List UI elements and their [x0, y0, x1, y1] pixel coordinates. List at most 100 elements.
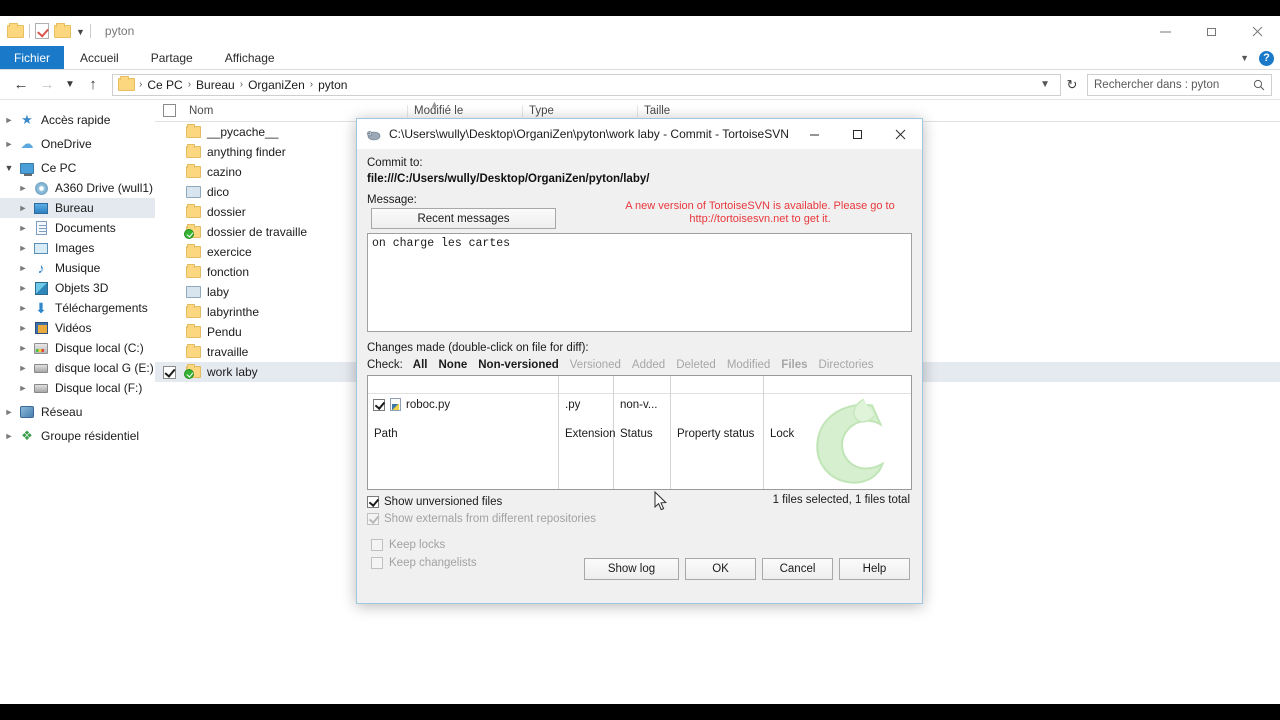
chevron-right-icon[interactable]: ► [14, 283, 32, 293]
maximize-icon[interactable] [1188, 16, 1234, 46]
table-row[interactable]: roboc.py .py non-v... [368, 395, 911, 414]
up-arrow-icon[interactable]: ↑ [80, 72, 106, 98]
folder-icon [183, 164, 203, 178]
folder-icon[interactable] [7, 22, 24, 38]
chevron-right-icon[interactable]: ► [0, 139, 18, 149]
chevron-down-icon[interactable]: ▼ [76, 27, 85, 37]
cancel-button[interactable]: Cancel [762, 558, 833, 580]
chevron-down-icon[interactable]: ▼ [0, 163, 18, 173]
show-log-button[interactable]: Show log [584, 558, 679, 580]
chevron-right-icon[interactable]: ► [14, 243, 32, 253]
tab-fichier[interactable]: Fichier [0, 46, 65, 69]
folder-icon [183, 224, 203, 239]
sidebar-item-disque-local-c[interactable]: ► Disque local (C:) [0, 338, 155, 358]
help-button[interactable]: Help [839, 558, 910, 580]
sidebar-item-label: disque local G (E:) [55, 361, 154, 375]
sidebar-item-musique[interactable]: ► ♪ Musique [0, 258, 155, 278]
column-header-status[interactable]: Status [614, 376, 671, 489]
sidebar-item-telechargements[interactable]: ► ⬇ Téléchargements [0, 298, 155, 318]
changed-files-table[interactable]: Path Extension Status Property status Lo… [367, 375, 912, 490]
select-all-checkbox[interactable] [155, 104, 183, 117]
chevron-right-icon[interactable]: ► [0, 407, 18, 417]
chevron-right-icon[interactable]: ► [14, 203, 32, 213]
tab-partage[interactable]: Partage [135, 46, 209, 69]
sidebar-item-images[interactable]: ► Images [0, 238, 155, 258]
column-header-path[interactable]: Path [368, 376, 559, 489]
chevron-right-icon[interactable]: ► [14, 383, 32, 393]
ok-button[interactable]: OK [685, 558, 756, 580]
chevron-right-icon[interactable]: ► [0, 115, 18, 125]
minimize-icon[interactable] [793, 119, 836, 149]
row-checkbox[interactable] [373, 398, 385, 411]
chevron-right-icon[interactable]: ► [14, 183, 32, 193]
sidebar-item-acces-rapide[interactable]: ► ★ Accès rapide [0, 110, 155, 130]
filter-all[interactable]: All [413, 359, 428, 371]
sidebar-item-groupe-residentiel[interactable]: ► ❖ Groupe résidentiel [0, 426, 155, 446]
python-file-icon [390, 398, 401, 411]
properties-icon[interactable] [35, 23, 49, 39]
sidebar-item-disque-local-g[interactable]: ► disque local G (E:) [0, 358, 155, 378]
commit-message-input[interactable]: on charge les cartes [367, 233, 912, 332]
new-folder-icon[interactable] [54, 22, 71, 38]
breadcrumb[interactable]: › Ce PC › Bureau › OrganiZen › pyton ▼ [112, 73, 1061, 96]
chevron-right-icon[interactable]: ► [14, 263, 32, 273]
files-count-status: 1 files selected, 1 files total [772, 494, 910, 506]
column-header-lock[interactable]: Lock [764, 376, 911, 489]
breadcrumb-item-organizen[interactable]: OrganiZen [244, 78, 309, 92]
recent-messages-button[interactable]: Recent messages [371, 208, 556, 229]
chevron-right-icon[interactable]: ► [14, 363, 32, 373]
column-header-modifie-le[interactable]: Modifié le [407, 104, 522, 117]
filter-non-versioned[interactable]: Non-versioned [478, 359, 559, 371]
document-icon [32, 220, 50, 236]
sidebar-item-documents[interactable]: ► Documents [0, 218, 155, 238]
back-arrow-icon[interactable]: ← [8, 72, 34, 98]
chevron-right-icon[interactable]: ► [0, 431, 18, 441]
star-icon: ★ [21, 112, 33, 127]
sidebar-item-videos[interactable]: ► Vidéos [0, 318, 155, 338]
filter-versioned: Versioned [569, 359, 621, 371]
filter-files: Files [781, 359, 808, 371]
search-input[interactable]: Rechercher dans : pyton [1087, 73, 1272, 96]
close-icon[interactable] [1234, 16, 1280, 46]
chevron-right-icon[interactable]: ► [14, 303, 32, 313]
chevron-down-icon[interactable]: ▼ [60, 72, 80, 98]
chevron-right-icon[interactable]: ► [14, 323, 32, 333]
sidebar-item-reseau[interactable]: ► Réseau [0, 402, 155, 422]
dialog-buttons: Show log OK Cancel Help [584, 558, 910, 580]
breadcrumb-item-pyton[interactable]: pyton [314, 78, 351, 92]
chevron-right-icon[interactable]: ► [14, 343, 32, 353]
folder-icon [183, 324, 203, 338]
filter-modified: Modified [726, 359, 771, 371]
column-header-nom[interactable]: Nom [183, 105, 407, 117]
column-header-property-status[interactable]: Property status [671, 376, 764, 489]
item-checkbox[interactable] [155, 365, 183, 379]
tab-affichage[interactable]: Affichage [209, 46, 291, 69]
forward-arrow-icon[interactable]: → [34, 72, 60, 98]
sidebar-item-disque-local-f[interactable]: ► Disque local (F:) [0, 378, 155, 398]
folder-icon [183, 244, 203, 258]
breadcrumb-item-bureau[interactable]: Bureau [192, 78, 239, 92]
show-unversioned-checkbox[interactable] [367, 495, 379, 508]
chevron-right-icon[interactable]: ► [14, 223, 32, 233]
sidebar-item-objets-3d[interactable]: ► Objets 3D [0, 278, 155, 298]
help-icon[interactable]: ? [1259, 50, 1274, 66]
filter-none[interactable]: None [439, 359, 468, 371]
sidebar-item-ce-pc[interactable]: ▼ Ce PC [0, 158, 155, 178]
refresh-icon[interactable]: ↻ [1061, 74, 1083, 96]
homegroup-icon: ❖ [21, 428, 33, 443]
column-header-extension[interactable]: Extension [559, 376, 616, 489]
chevron-down-icon[interactable]: ▼ [1240, 53, 1249, 63]
sidebar-item-a360-drive[interactable]: ► A360 Drive (wull1) [0, 178, 155, 198]
column-header-taille[interactable]: Taille [637, 104, 707, 117]
maximize-icon[interactable] [836, 119, 879, 149]
column-header-type[interactable]: Type [522, 104, 637, 117]
close-icon[interactable] [879, 119, 922, 149]
list-item-label: dossier de travaille [207, 225, 308, 239]
check-filter-row: Check: All None Non-versioned Versioned … [367, 359, 912, 371]
tab-accueil[interactable]: Accueil [64, 46, 135, 69]
breadcrumb-item-ce-pc[interactable]: Ce PC [143, 78, 186, 92]
minimize-icon[interactable] [1142, 16, 1188, 46]
sidebar-item-onedrive[interactable]: ► ☁ OneDrive [0, 134, 155, 154]
sidebar-item-bureau[interactable]: ► Bureau [0, 198, 155, 218]
chevron-down-icon[interactable]: ▼ [1034, 79, 1056, 90]
